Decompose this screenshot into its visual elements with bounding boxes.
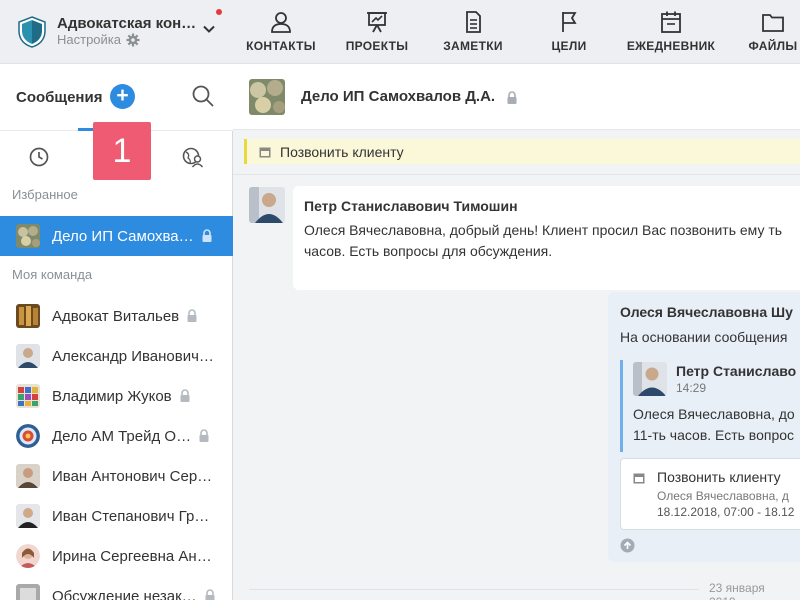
nav-label: ЗАМЕТКИ: [443, 39, 503, 53]
avatar: [16, 584, 40, 600]
pinned-task-label: Позвонить клиенту: [280, 143, 404, 160]
flag-icon: [562, 12, 577, 32]
message-text: На основании сообщения: [620, 329, 788, 345]
sidebar-item-team-4[interactable]: Иван Антонович Сер…: [0, 456, 233, 496]
target-avatar: [16, 424, 40, 448]
message-text: Олеся Вячеславовна, добрый день! Клиент …: [304, 222, 783, 259]
sidebar-item-team-3[interactable]: Дело АМ Трейд О…: [0, 416, 233, 456]
sidebar-item-team-6[interactable]: Ирина Сергеевна Ан…: [0, 536, 233, 576]
calendar-icon: [259, 147, 271, 157]
chat-title: Дело ИП Самохвалов Д.А.: [301, 88, 496, 105]
avatar: [16, 344, 40, 368]
quoted-message[interactable]: Петр Станиславо 14:29 Олеся Вячеславовна…: [620, 360, 800, 452]
lock-icon: [180, 389, 190, 402]
contacts-globe-icon[interactable]: [182, 146, 204, 168]
chat-name: Александр Иванович…: [52, 347, 214, 365]
chat-name: Иван Степанович Гр…: [52, 507, 210, 525]
avatar: [16, 224, 40, 248]
message-feed[interactable]: Позвонить клиенту Петр Станиславович Тим…: [233, 130, 800, 600]
nav-projects[interactable]: ПРОЕКТЫ: [337, 0, 417, 64]
person-icon: [271, 12, 291, 33]
nav-notes[interactable]: ЗАМЕТКИ: [433, 0, 513, 64]
folder-icon: [762, 14, 784, 32]
chat-name: Дело АМ Трейд О…: [52, 427, 192, 445]
step-callout-badge: 1: [93, 122, 151, 180]
org-name: Адвокатская кон…: [57, 15, 197, 32]
date-separator: 23 января 2019: [699, 581, 800, 600]
task-card[interactable]: Позвонить клиенту Олеся Вячеславовна, д …: [620, 458, 800, 530]
pinned-task-bar[interactable]: Позвонить клиенту: [244, 139, 800, 164]
presentation-icon: [367, 12, 387, 33]
sidebar: Адвокатская кон… Настройка Сообщения + 1…: [0, 0, 233, 600]
lock-icon: [199, 429, 209, 442]
org-switcher[interactable]: Адвокатская кон… Настройка: [0, 0, 233, 64]
chat-name: Ирина Сергеевна Ан…: [52, 547, 212, 565]
chat-name: Адвокат Витальев: [52, 307, 180, 325]
nav-label: КОНТАКТЫ: [246, 39, 316, 53]
gear-icon[interactable]: [126, 33, 140, 47]
top-navigation: КОНТАКТЫ ПРОЕКТЫ ЗАМЕТКИ ЦЕЛИ ЕЖЕДНЕВНИК…: [233, 0, 800, 64]
task-date: 18.12.2018, 07:00 - 18.12: [657, 505, 795, 519]
lock-icon: [187, 309, 197, 322]
calendar-icon: [661, 11, 681, 33]
sidebar-item-team-2[interactable]: Владимир Жуков: [0, 376, 233, 416]
arrow-up-icon[interactable]: [620, 538, 635, 553]
chat-header: Дело ИП Самохвалов Д.А.: [233, 64, 800, 130]
nav-label: ПРОЕКТЫ: [345, 39, 409, 53]
nav-label: ФАЙЛЫ: [748, 39, 798, 53]
nav-label: ЕЖЕДНЕВНИК: [626, 39, 716, 53]
search-icon[interactable]: [191, 84, 215, 108]
avatar: [16, 464, 40, 488]
chat-name: Владимир Жуков: [52, 387, 172, 405]
chat-name: Дело ИП Самохва…: [52, 227, 194, 245]
nav-planner[interactable]: ЕЖЕДНЕВНИК: [621, 0, 721, 64]
chat-avatar: [249, 79, 285, 115]
team-label: Моя команда: [12, 267, 93, 282]
lock-icon: [507, 91, 517, 104]
calendar-icon: [633, 473, 645, 484]
org-settings-label: Настройка: [57, 32, 121, 47]
nav-files[interactable]: ФАЙЛЫ: [733, 0, 800, 64]
quote-line: 11-ть часов. Есть вопрос: [633, 427, 795, 443]
divider: [233, 174, 800, 175]
sidebar-item-team-7[interactable]: Обсуждение незак…: [0, 576, 233, 600]
sidebar-item-team-1[interactable]: Александр Иванович…: [0, 336, 233, 376]
chat-name: Обсуждение незак…: [52, 587, 197, 600]
quote-line: Олеся Вячеславовна, до: [633, 406, 795, 422]
avatar: [16, 304, 40, 328]
sidebar-item-favorite-0[interactable]: Дело ИП Самохва…: [0, 216, 233, 256]
messages-title: Сообщения: [16, 89, 103, 106]
task-title: Позвонить клиенту: [657, 469, 781, 485]
task-assignee: Олеся Вячеславовна, д: [657, 489, 789, 503]
nav-label: ЦЕЛИ: [551, 39, 587, 53]
add-chat-button[interactable]: +: [110, 84, 135, 109]
avatar: [16, 384, 40, 408]
clock-icon[interactable]: [28, 146, 50, 168]
avatar: [249, 187, 285, 223]
chat-name: Иван Антонович Сер…: [52, 467, 213, 485]
message-bubble: Петр Станиславович Тимошин Олеся Вячесла…: [293, 186, 800, 290]
sidebar-item-team-0[interactable]: Адвокат Витальев: [0, 296, 233, 336]
nav-goals[interactable]: ЦЕЛИ: [529, 0, 609, 64]
quote-author: Петр Станиславо: [676, 363, 797, 379]
lock-icon: [202, 229, 212, 242]
message-author: Олеся Вячеславовна Шу: [620, 304, 793, 320]
avatar: [16, 544, 40, 568]
sidebar-item-team-5[interactable]: Иван Степанович Гр…: [0, 496, 233, 536]
chevron-down-icon[interactable]: [202, 22, 216, 36]
shield-logo-icon: [18, 16, 46, 48]
note-icon: [466, 11, 481, 33]
quote-time: 14:29: [676, 381, 707, 395]
message-author: Петр Станиславович Тимошин: [304, 198, 518, 214]
org-settings[interactable]: Настройка: [57, 32, 140, 47]
lock-icon: [205, 589, 215, 600]
nav-contacts[interactable]: КОНТАКТЫ: [241, 0, 321, 64]
quote-text: Олеся Вячеславовна, до 11-ть часов. Есть…: [633, 404, 795, 446]
notification-dot: [216, 9, 222, 15]
avatar: [633, 362, 667, 396]
message-bubble-own: Олеся Вячеславовна Шу На основании сообщ…: [608, 292, 800, 562]
avatar: [16, 504, 40, 528]
favorites-label: Избранное: [12, 187, 78, 202]
